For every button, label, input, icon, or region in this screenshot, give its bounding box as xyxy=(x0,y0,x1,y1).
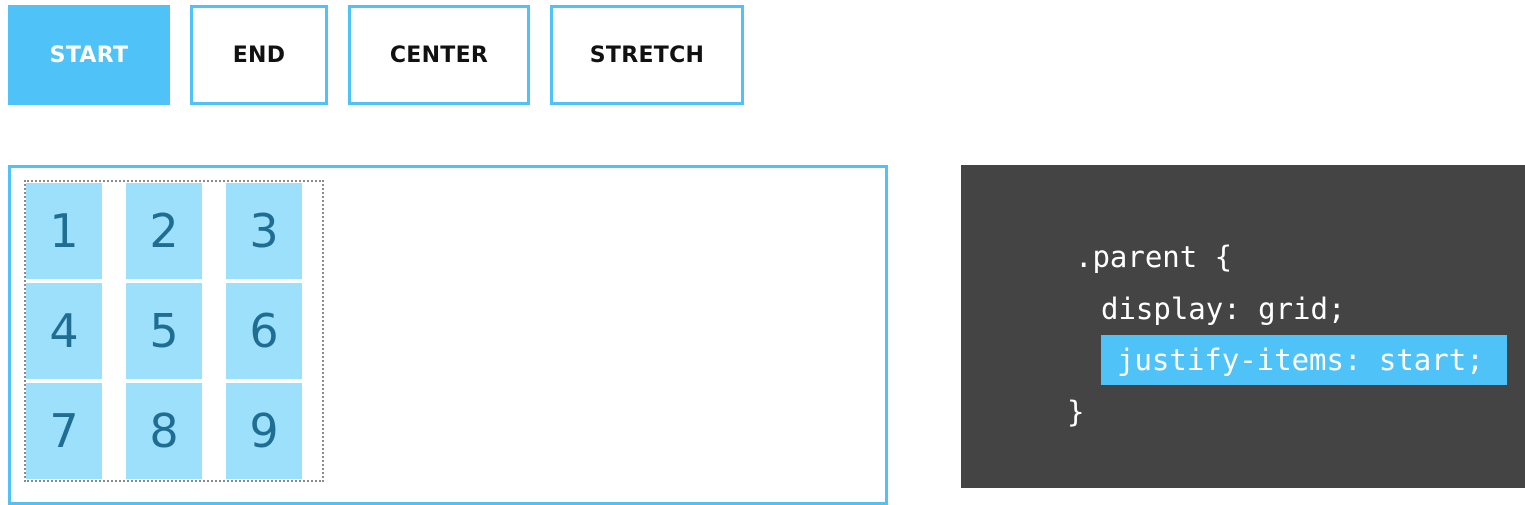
grid-item-8: 8 xyxy=(126,383,202,479)
grid-item-7: 7 xyxy=(26,383,102,479)
grid-demo-container: 1 2 3 4 5 6 7 8 9 xyxy=(8,165,888,505)
grid-item-4: 4 xyxy=(26,283,102,379)
code-justify-line: justify-items: start; xyxy=(1117,343,1484,377)
grid-item-1: 1 xyxy=(26,183,102,279)
code-display-line: display: grid; xyxy=(1101,292,1346,326)
code-selector-line: .parent { xyxy=(1075,240,1233,274)
grid-item-5: 5 xyxy=(126,283,202,379)
code-panel: .parent { display: grid; justify-items: … xyxy=(961,165,1525,488)
stretch-button[interactable]: STRETCH xyxy=(550,5,744,105)
grid-item-2: 2 xyxy=(126,183,202,279)
grid-item-6: 6 xyxy=(226,283,302,379)
start-button[interactable]: START xyxy=(8,5,170,105)
code-closing-brace: } xyxy=(1067,395,1085,429)
grid-item-9: 9 xyxy=(226,383,302,479)
end-button[interactable]: END xyxy=(190,5,328,105)
grid-item-3: 3 xyxy=(226,183,302,279)
center-button[interactable]: CENTER xyxy=(348,5,530,105)
